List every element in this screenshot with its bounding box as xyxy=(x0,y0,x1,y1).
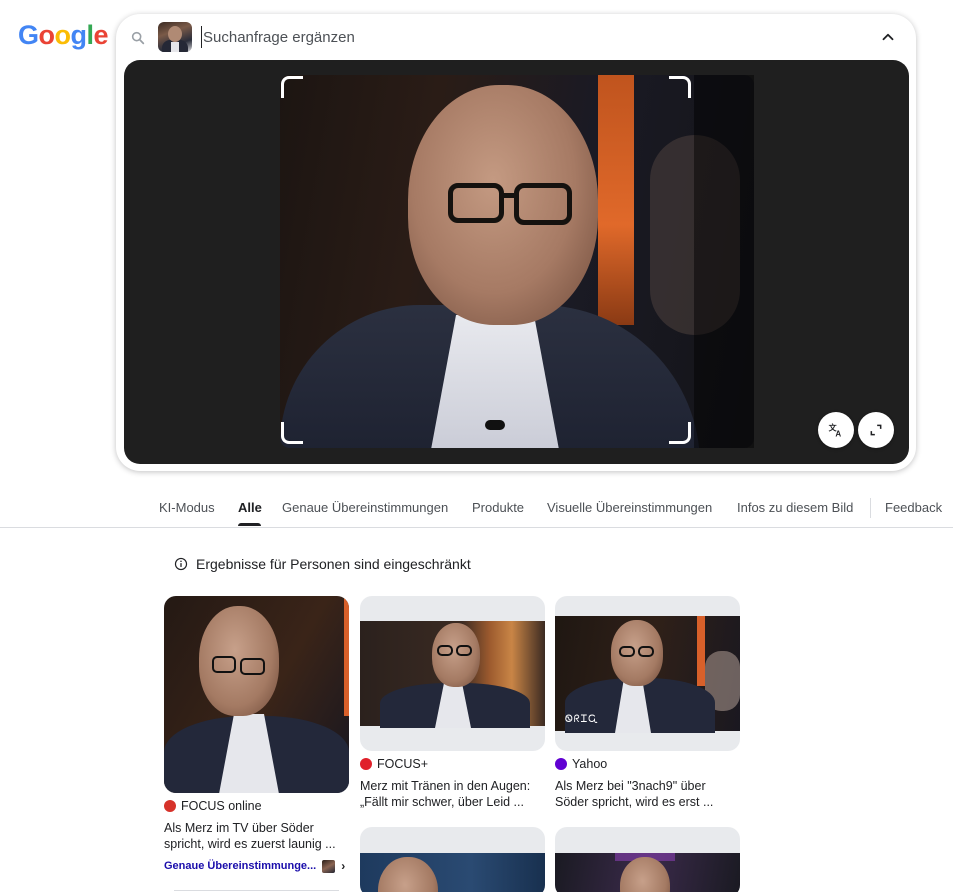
translate-button[interactable]: 文 A xyxy=(818,412,854,448)
crop-handle-bottom-left[interactable] xyxy=(281,422,303,444)
logo-letter: g xyxy=(70,20,88,50)
translate-icon: 文 A xyxy=(829,423,842,438)
result-source: Yahoo xyxy=(572,757,608,771)
image-viewer: 文 A xyxy=(124,60,909,464)
result-title[interactable]: Als Merz bei "3nach9" über Söder spricht… xyxy=(555,778,740,810)
mini-thumbnail xyxy=(322,859,336,873)
focus-plus-favicon-icon xyxy=(360,758,372,770)
glasses-bridge xyxy=(502,193,516,198)
search-icon[interactable] xyxy=(130,30,146,46)
lens-search-panel: 文 A xyxy=(116,14,916,471)
card-divider xyxy=(174,890,339,891)
result-image[interactable] xyxy=(360,827,545,892)
search-input[interactable] xyxy=(201,26,801,48)
tab-separator xyxy=(870,498,871,518)
result-image[interactable]: ᏫᖇᏆᏩ xyxy=(555,596,740,751)
chevron-right-icon: › xyxy=(341,859,346,873)
crop-handle-top-left[interactable] xyxy=(281,76,303,98)
crop-handle-bottom-right[interactable] xyxy=(669,422,691,444)
expand-icon xyxy=(870,424,882,436)
search-bar xyxy=(116,14,916,60)
yahoo-favicon-icon xyxy=(555,758,567,770)
result-tabs: KI-Modus Alle Genaue Übereinstimmungen P… xyxy=(0,490,953,528)
result-title[interactable]: Als Merz im TV über Söder spricht, wird … xyxy=(164,820,349,852)
tab-visuelle-uebereinstimmungen[interactable]: Visuelle Übereinstimmungen xyxy=(547,500,712,515)
query-image xyxy=(280,75,754,448)
query-image-thumbnail[interactable] xyxy=(158,22,192,52)
glasses-left xyxy=(448,183,504,223)
logo-letter: o xyxy=(54,20,72,50)
tab-produkte[interactable]: Produkte xyxy=(472,500,524,515)
image-microphone xyxy=(485,420,505,430)
tab-genaue-uebereinstimmungen[interactable]: Genaue Übereinstimmungen xyxy=(282,500,448,515)
chevron-up-icon[interactable] xyxy=(879,28,897,46)
result-image[interactable] xyxy=(360,596,545,751)
thumbnail-face xyxy=(168,26,182,42)
thumbnail-shirt xyxy=(171,42,179,52)
tab-alle[interactable]: Alle xyxy=(238,500,262,515)
logo-letter: l xyxy=(86,20,95,50)
exact-matches-link[interactable]: Genaue Übereinstimmunge... › xyxy=(164,859,345,873)
result-source: FOCUS online xyxy=(181,799,262,813)
restricted-results-notice: Ergebnisse für Personen sind eingeschrän… xyxy=(174,556,471,572)
active-tab-indicator xyxy=(238,523,261,526)
glasses-right xyxy=(514,183,572,225)
logo-letter: G xyxy=(18,20,39,50)
tab-feedback[interactable]: Feedback xyxy=(885,500,942,515)
tab-infos-zu-diesem-bild[interactable]: Infos zu diesem Bild xyxy=(737,500,853,515)
logo-letter: e xyxy=(93,20,109,50)
crop-dim-overlay xyxy=(694,75,754,448)
tab-ki-modus[interactable]: KI-Modus xyxy=(159,500,215,515)
svg-text:A: A xyxy=(835,430,841,438)
result-source: FOCUS+ xyxy=(377,757,429,771)
result-image[interactable] xyxy=(164,596,349,793)
result-image[interactable] xyxy=(555,827,740,892)
image-watermark: ᏫᖇᏆᏩ xyxy=(565,714,599,725)
logo-letter: o xyxy=(38,20,56,50)
notice-text: Ergebnisse für Personen sind eingeschrän… xyxy=(196,556,471,572)
crop-handle-top-right[interactable] xyxy=(669,76,691,98)
info-icon xyxy=(174,557,188,571)
focus-online-favicon-icon xyxy=(164,800,176,812)
background-light xyxy=(598,75,634,325)
expand-button[interactable] xyxy=(858,412,894,448)
google-logo[interactable]: Google xyxy=(18,20,109,51)
result-title[interactable]: Merz mit Tränen in den Augen: „Fällt mir… xyxy=(360,778,545,810)
exact-matches-link-label: Genaue Übereinstimmunge... xyxy=(164,860,317,872)
